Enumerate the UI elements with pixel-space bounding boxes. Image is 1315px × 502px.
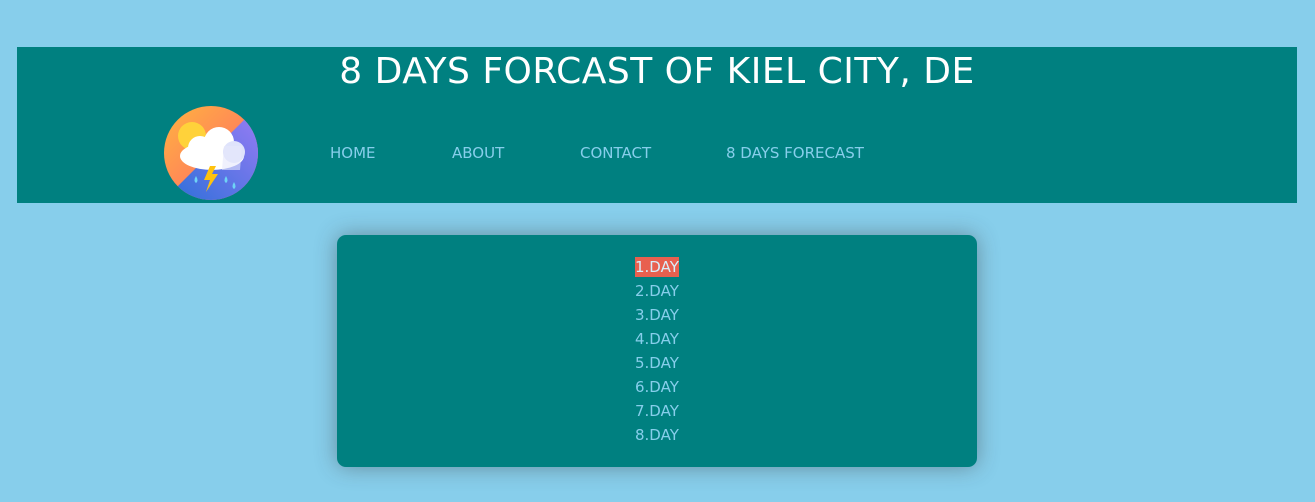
site-header: 8 DAYS FORCAST OF KIEL CITY, DE HOME ABO…: [17, 47, 1297, 203]
day-list-item-1: 1.DAY: [635, 257, 679, 281]
nav-about-link[interactable]: ABOUT: [452, 143, 504, 163]
nav-forecast-link[interactable]: 8 DAYS FORECAST: [726, 143, 864, 163]
day-2-link[interactable]: 2.DAY: [635, 281, 679, 301]
day-list-item-7: 7.DAY: [635, 401, 679, 425]
day-3-link[interactable]: 3.DAY: [635, 305, 679, 325]
day-list-item-4: 4.DAY: [635, 329, 679, 353]
nav-home-link[interactable]: HOME: [330, 143, 376, 163]
day-list-item-8: 8.DAY: [635, 425, 679, 449]
day-5-link[interactable]: 5.DAY: [635, 353, 679, 373]
main-nav: HOME ABOUT CONTACT 8 DAYS FORECAST: [17, 143, 1297, 163]
page-title: 8 DAYS FORCAST OF KIEL CITY, DE: [339, 51, 975, 92]
nav-contact-link[interactable]: CONTACT: [580, 143, 651, 163]
day-list: 1.DAY 2.DAY 3.DAY 4.DAY 5.DAY 6.DAY 7.DA…: [635, 257, 679, 449]
day-list-item-6: 6.DAY: [635, 377, 679, 401]
day-8-link[interactable]: 8.DAY: [635, 425, 679, 445]
forecast-days-panel: 1.DAY 2.DAY 3.DAY 4.DAY 5.DAY 6.DAY 7.DA…: [337, 235, 977, 467]
day-7-link[interactable]: 7.DAY: [635, 401, 679, 421]
day-6-link[interactable]: 6.DAY: [635, 377, 679, 397]
day-list-item-2: 2.DAY: [635, 281, 679, 305]
day-4-link[interactable]: 4.DAY: [635, 329, 679, 349]
day-1-link[interactable]: 1.DAY: [635, 257, 679, 277]
day-list-item-5: 5.DAY: [635, 353, 679, 377]
day-list-item-3: 3.DAY: [635, 305, 679, 329]
